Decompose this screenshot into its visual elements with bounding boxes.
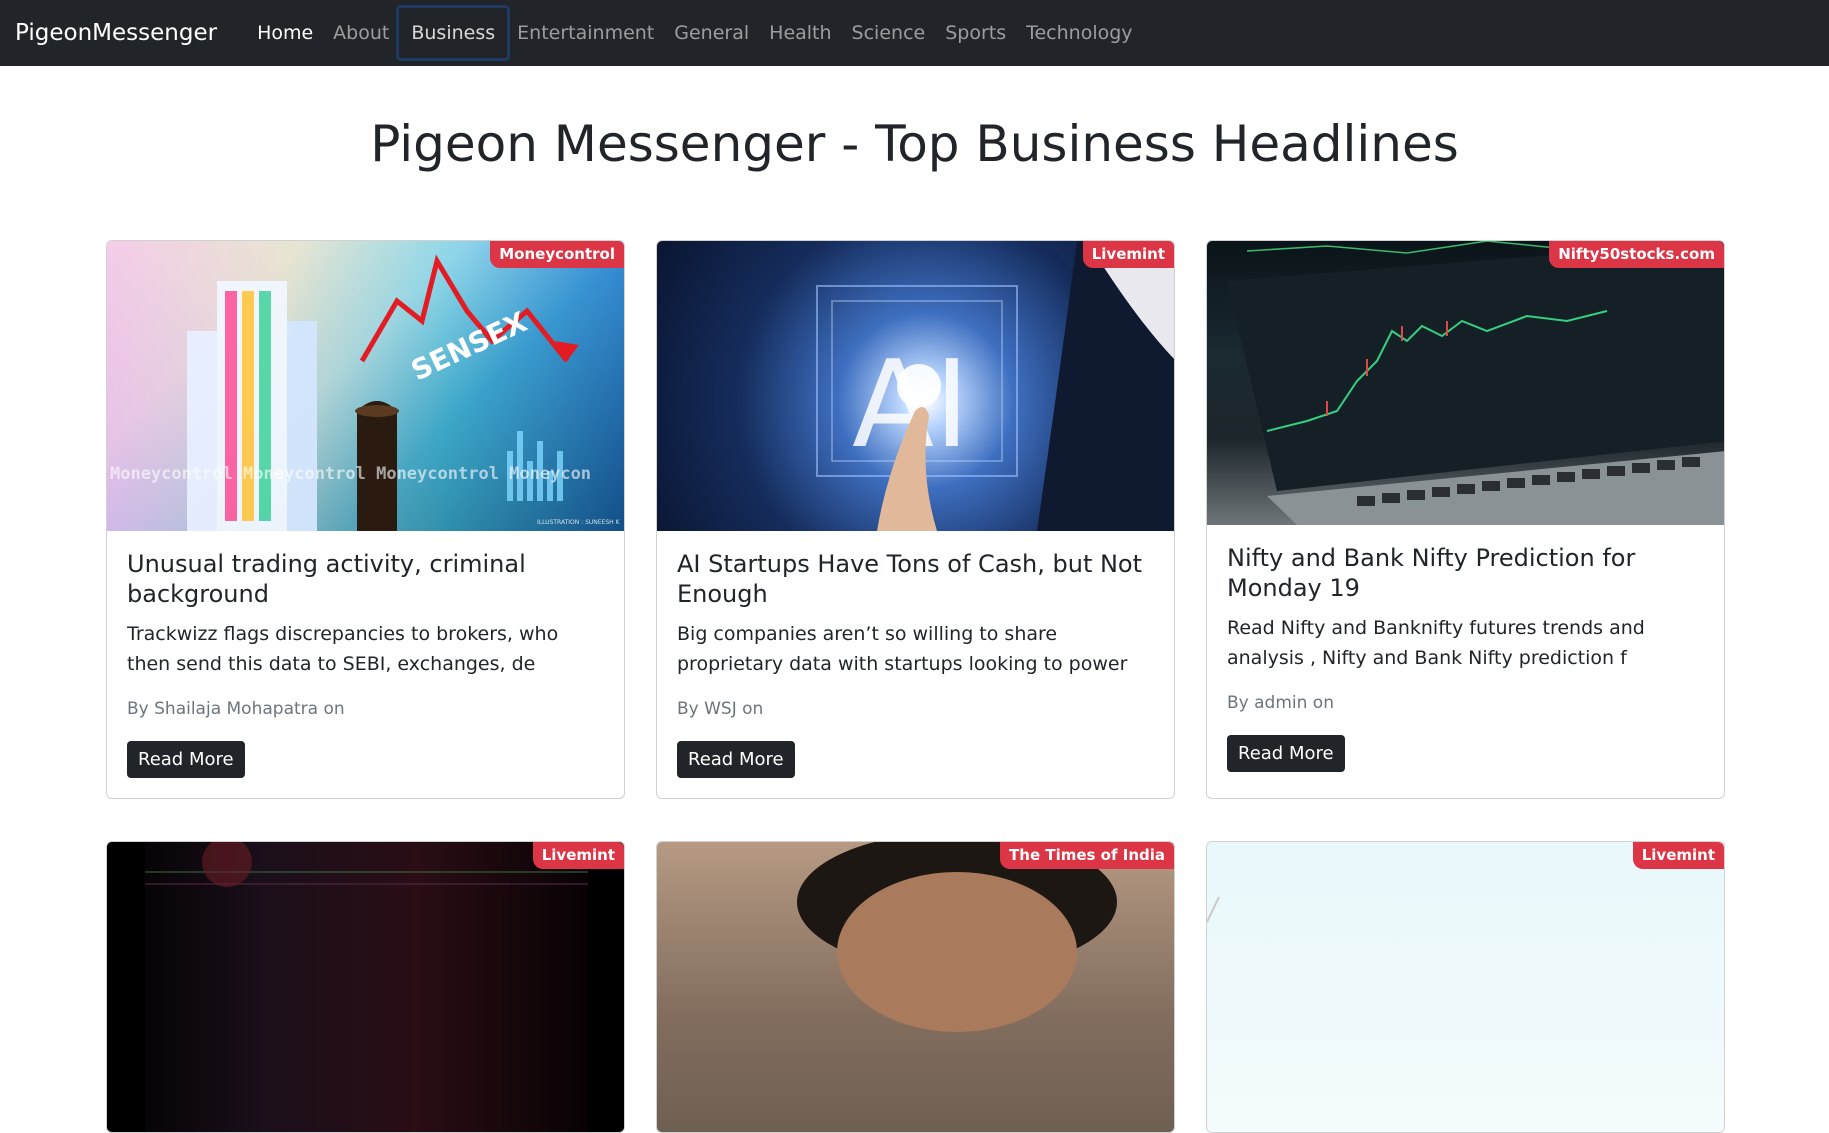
article-image: The Times of India [657,842,1174,1132]
page-title: Pigeon Messenger - Top Business Headline… [370,115,1459,173]
article-meta: By Shailaja Mohapatra on [127,699,345,719]
illustration-credit: ILLUSTRATION : SUNEESH K [537,519,621,526]
nav-general[interactable]: General [664,14,759,52]
nav-business[interactable]: Business [396,5,511,61]
article-description: Big companies aren’t so willing to share… [677,623,1128,675]
article-image: AI Livemint [657,241,1174,531]
article-meta: By admin on [1227,693,1334,713]
news-grid: SENSEX Moneycontrol Moneycontrol Moneyco… [106,240,1725,1133]
article-image: Livemint [1207,842,1724,1132]
nav-home[interactable]: Home [247,14,323,52]
read-more-button[interactable]: Read More [1227,735,1345,772]
news-card: Livemint [1206,841,1725,1133]
sensex-illustration: SENSEX Moneycontrol Moneycontrol Moneyco… [107,241,624,531]
nav-science[interactable]: Science [842,14,936,52]
article-title: Nifty and Bank Nifty Prediction for Mond… [1227,544,1636,602]
portrait-illustration [657,842,1174,1132]
read-more-button[interactable]: Read More [127,741,245,778]
source-badge: The Times of India [1000,842,1174,869]
news-card: The Times of India [656,841,1175,1133]
card-body: Unusual trading activity, criminal backg… [107,531,624,798]
article-image: Livemint [107,842,624,1132]
card-body: Nifty and Bank Nifty Prediction for Mond… [1207,525,1724,792]
article-image: Nifty50stocks.com [1207,241,1724,525]
article-description: Read Nifty and Banknifty futures trends … [1227,617,1645,669]
light-illustration [1207,896,1220,923]
news-card: Livemint [106,841,625,1133]
dark-illustration [107,842,624,1132]
ai-illustration: AI [816,241,1174,531]
news-card: Nifty50stocks.com Nifty and Bank Nifty P… [1206,240,1725,799]
nav-sports[interactable]: Sports [935,14,1016,52]
nav-links: Home About Business Entertainment Genera… [247,5,1142,61]
article-title: AI Startups Have Tons of Cash, but Not E… [677,550,1143,608]
source-badge: Livemint [532,842,624,869]
source-badge: Livemint [1082,241,1174,268]
article-title: Unusual trading activity, criminal backg… [127,550,526,608]
nav-about[interactable]: About [323,14,399,52]
article-description: Trackwizz flags discrepancies to brokers… [127,623,559,675]
article-image: SENSEX Moneycontrol Moneycontrol Moneyco… [107,241,624,531]
brand-logo[interactable]: PigeonMessenger [15,20,217,46]
card-body: AI Startups Have Tons of Cash, but Not E… [657,531,1174,798]
nav-entertainment[interactable]: Entertainment [507,14,664,52]
laptop-chart-illustration [1227,241,1724,525]
read-more-button[interactable]: Read More [677,741,795,778]
watermark-text: Moneycontrol Moneycontrol Moneycontrol M… [110,464,591,484]
source-badge: Moneycontrol [490,241,624,268]
nav-health[interactable]: Health [759,14,841,52]
article-meta: By WSJ on [677,699,764,719]
top-navbar: PigeonMessenger Home About Business Ente… [0,0,1829,66]
news-card: AI Livemint AI Startups Have Tons of Cas… [656,240,1175,799]
nav-technology[interactable]: Technology [1016,14,1142,52]
source-badge: Livemint [1632,842,1724,869]
source-badge: Nifty50stocks.com [1549,241,1724,268]
news-card: SENSEX Moneycontrol Moneycontrol Moneyco… [106,240,625,799]
